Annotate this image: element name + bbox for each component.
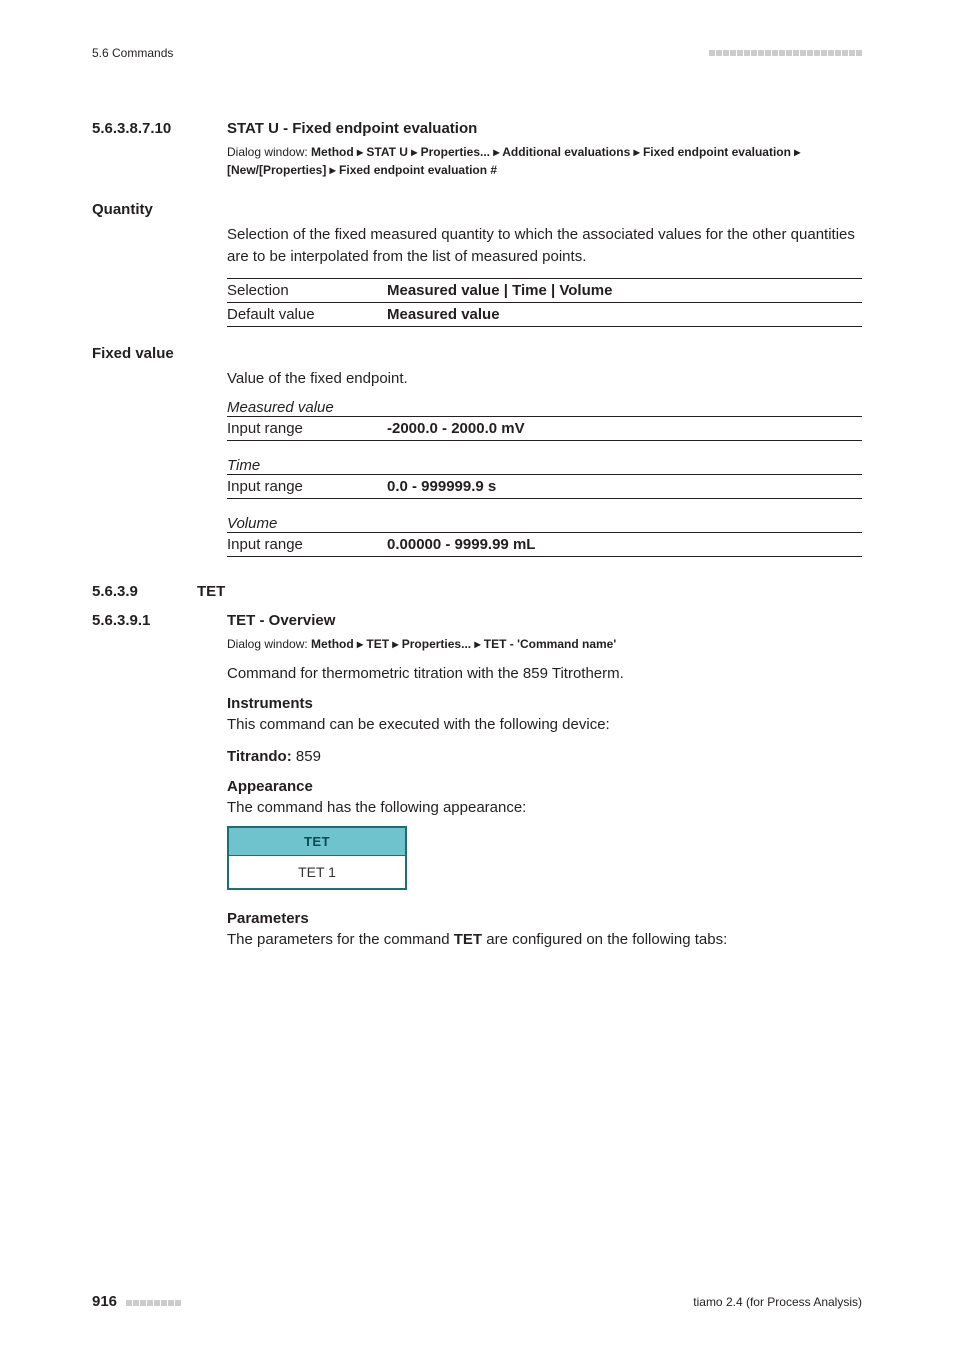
fixed-value-label: Fixed value [92, 345, 862, 362]
dialog-prefix: Dialog window: [227, 145, 311, 159]
table-row: Input range -2000.0 - 2000.0 mV [227, 417, 862, 441]
heading-number: 5.6.3.8.7.10 [92, 120, 227, 137]
heading-number: 5.6.3.9.1 [92, 612, 227, 629]
quantity-description: Selection of the fixed measured quantity… [227, 224, 862, 268]
cell-key: Selection [227, 278, 387, 302]
measured-value-italic: Measured value [227, 399, 862, 416]
page-number: 916 [92, 1293, 117, 1310]
heading-number: 5.6.3.9 [92, 583, 197, 600]
time-italic: Time [227, 457, 862, 474]
instruments-text: This command can be executed with the fo… [227, 714, 862, 736]
footer-left: 916 [92, 1293, 181, 1310]
heading-title: TET [197, 583, 225, 600]
titrando-value: 859 [292, 748, 321, 765]
instruments-heading: Instruments [227, 695, 862, 712]
cell-key: Input range [227, 533, 387, 557]
tet-command-box: TET TET 1 [227, 826, 407, 890]
page-body: 5.6.3.8.7.10 STAT U - Fixed endpoint eva… [92, 120, 862, 961]
heading-row-1: 5.6.3.8.7.10 STAT U - Fixed endpoint eva… [92, 120, 862, 137]
tet-box-body: TET 1 [229, 856, 405, 888]
page-header: 5.6 Commands [92, 46, 862, 60]
cell-key: Default value [227, 302, 387, 326]
cell-value: Measured value [387, 302, 862, 326]
quantity-label: Quantity [92, 201, 862, 218]
cell-value: 0.0 - 999999.9 s [387, 475, 862, 499]
cell-value-bold: 0.0 - 999999.9 s [387, 478, 496, 495]
header-decoration [709, 50, 862, 56]
heading-row-3: 5.6.3.9.1 TET - Overview [92, 612, 862, 629]
params-text-part1: The parameters for the command [227, 931, 454, 948]
cell-value-bold: Measured value [387, 306, 500, 323]
heading-row-2: 5.6.3.9 TET [92, 583, 862, 600]
heading-title: TET - Overview [227, 612, 335, 629]
titrando-label: Titrando: [227, 748, 292, 765]
footer-right: tiamo 2.4 (for Process Analysis) [693, 1295, 862, 1309]
tet-overview-description: Command for thermometric titration with … [227, 663, 862, 685]
measured-value-table: Input range -2000.0 - 2000.0 mV [227, 416, 862, 441]
parameters-heading: Parameters [227, 910, 862, 927]
time-table: Input range 0.0 - 999999.9 s [227, 474, 862, 499]
quantity-table: Selection Measured value | Time | Volume… [227, 278, 862, 327]
params-text-part2: are configured on the following tabs: [482, 931, 727, 948]
table-row: Input range 0.0 - 999999.9 s [227, 475, 862, 499]
appearance-text: The command has the following appearance… [227, 797, 862, 819]
fixed-value-description: Value of the fixed endpoint. [227, 368, 862, 390]
cell-value-bold: 0.00000 - 9999.99 mL [387, 536, 535, 553]
table-row: Input range 0.00000 - 9999.99 mL [227, 533, 862, 557]
footer-decoration [126, 1300, 181, 1306]
tet-box-header: TET [229, 828, 405, 856]
cell-value-bold: -2000.0 - 2000.0 mV [387, 420, 525, 437]
volume-italic: Volume [227, 515, 862, 532]
table-row: Default value Measured value [227, 302, 862, 326]
cell-value: 0.00000 - 9999.99 mL [387, 533, 862, 557]
parameters-text: The parameters for the command TET are c… [227, 929, 862, 951]
header-section-path: 5.6 Commands [92, 46, 173, 60]
titrando-line: Titrando: 859 [227, 746, 862, 768]
cell-value: Measured value | Time | Volume [387, 278, 862, 302]
params-bold: TET [454, 931, 482, 948]
page-footer: 916 tiamo 2.4 (for Process Analysis) [92, 1293, 862, 1310]
dialog-path-text: Method ▸ STAT U ▸ Properties... ▸ Additi… [227, 145, 800, 177]
dialog-prefix: Dialog window: [227, 637, 311, 651]
table-row: Selection Measured value | Time | Volume [227, 278, 862, 302]
dialog-path-text: Method ▸ TET ▸ Properties... ▸ TET - 'Co… [311, 637, 616, 651]
cell-value-bold: Measured value | Time | Volume [387, 282, 612, 299]
dialog-window-path-2: Dialog window: Method ▸ TET ▸ Properties… [227, 635, 862, 653]
volume-table: Input range 0.00000 - 9999.99 mL [227, 532, 862, 557]
cell-key: Input range [227, 475, 387, 499]
cell-key: Input range [227, 417, 387, 441]
dialog-window-path-1: Dialog window: Method ▸ STAT U ▸ Propert… [227, 143, 862, 179]
cell-value: -2000.0 - 2000.0 mV [387, 417, 862, 441]
heading-title: STAT U - Fixed endpoint evaluation [227, 120, 477, 137]
appearance-heading: Appearance [227, 778, 862, 795]
